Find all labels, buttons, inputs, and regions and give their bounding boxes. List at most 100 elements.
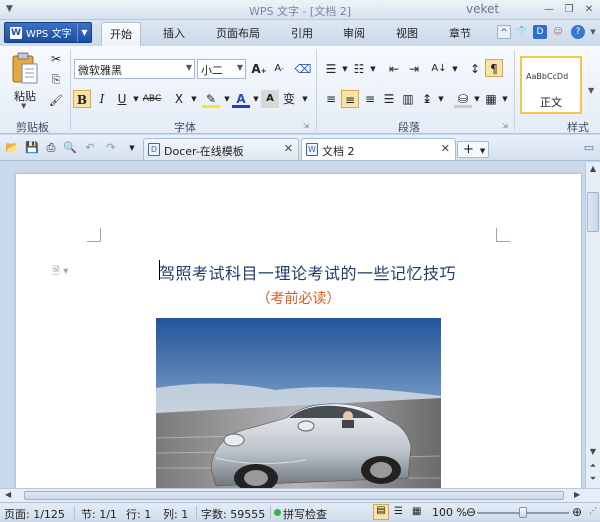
document-page[interactable]: 🗎 ▾ 驾照考试科目一理论考试的一些记忆技巧 （考前必读） (16, 174, 581, 488)
title-bar: ▼ WPS 文字 - [文档 2] veket — ❐ ✕ (0, 0, 600, 20)
tab-sections[interactable]: 章节 (449, 25, 471, 41)
dialog-launcher-icon[interactable]: ⇲ (502, 122, 508, 130)
help-icon[interactable]: ? (571, 25, 585, 39)
show-marks-icon[interactable]: ¶ (485, 59, 503, 77)
tab-page-layout[interactable]: 页面布局 (216, 25, 260, 41)
scroll-down-icon[interactable]: ▼ (587, 446, 599, 458)
divider (270, 506, 271, 519)
font-name-value: 微软雅黑 (78, 64, 122, 77)
chevron-down-icon[interactable]: ▼ (496, 90, 514, 108)
chevron-down-icon[interactable]: ▼ (364, 60, 382, 78)
zoom-in-icon[interactable]: ⊕ (572, 506, 582, 518)
print-icon[interactable]: ⎙ (44, 141, 58, 155)
zoom-level[interactable]: 100 % (432, 506, 467, 519)
grow-font-icon[interactable]: A+ (250, 60, 268, 78)
resize-grip-icon[interactable]: ⋰ (589, 506, 597, 515)
zoom-slider-knob[interactable] (519, 507, 527, 518)
tab-insert[interactable]: 插入 (163, 25, 185, 41)
divider (514, 50, 515, 130)
docer-icon[interactable]: D (533, 25, 547, 39)
chevron-down-icon[interactable]: ▼ (77, 23, 91, 42)
page-view-icon[interactable]: ▤ (373, 504, 389, 520)
scroll-right-icon[interactable]: ▶ (574, 490, 580, 499)
next-page-icon[interactable]: ⏷ (587, 473, 599, 485)
tab-references[interactable]: 引用 (291, 25, 313, 41)
outline-view-icon[interactable]: ☰ (394, 506, 403, 517)
distributed-icon[interactable]: ▥ (399, 90, 417, 108)
doc-tab-document2[interactable]: W 文档 2 ✕ (301, 138, 456, 160)
decrease-indent-icon[interactable]: ⇤ (385, 60, 403, 78)
save-icon[interactable]: 💾 (25, 141, 39, 155)
chevron-down-icon[interactable]: ▼ (296, 90, 314, 108)
collapse-ribbon-icon[interactable]: ^ (497, 25, 511, 39)
prev-page-icon[interactable]: ⏶ (587, 460, 599, 472)
format-painter-icon[interactable]: 🖌 (47, 92, 65, 110)
minimize-button[interactable]: — (542, 3, 556, 16)
zoom-out-icon[interactable]: ⊖ (466, 506, 476, 518)
increase-indent-icon[interactable]: ⇥ (405, 60, 423, 78)
horizontal-scrollbar[interactable]: ◀ ▶ (0, 488, 600, 502)
wps-logo-icon: W (10, 26, 22, 39)
copy-icon[interactable]: ⎘ (47, 71, 65, 89)
chevron-down-icon[interactable]: ▼ (185, 90, 203, 108)
style-name: 正文 (540, 96, 562, 109)
tab-review[interactable]: 审阅 (343, 25, 365, 41)
scroll-left-icon[interactable]: ◀ (5, 490, 11, 499)
chevron-down-icon[interactable]: ▼ (125, 141, 139, 155)
align-left-icon[interactable]: ≡ (322, 90, 340, 108)
strikethrough-button[interactable]: ABC (141, 90, 163, 108)
paste-button[interactable]: 粘贴 ▼ (8, 50, 42, 110)
document-title[interactable]: 驾照考试科目一理论考试的一些记忆技巧 (159, 260, 456, 284)
wps-menu-button[interactable]: W WPS 文字 ▼ (4, 22, 92, 43)
italic-button[interactable]: I (93, 90, 111, 108)
chevron-down-icon[interactable]: ▼ (446, 60, 464, 78)
redo-icon[interactable]: ↷ (104, 141, 118, 155)
justify-icon[interactable]: ☰ (380, 90, 398, 108)
font-name-select[interactable]: 微软雅黑 ▼ (74, 59, 195, 79)
print-preview-icon[interactable]: 🔍 (63, 141, 77, 155)
chevron-down-icon[interactable]: ▼ (432, 90, 450, 108)
style-normal[interactable]: AaBbCcDd 正文 (520, 56, 582, 114)
align-right-icon[interactable]: ≡ (361, 90, 379, 108)
web-view-icon[interactable]: ▦ (412, 506, 421, 517)
chevron-down-icon[interactable]: ▼ (588, 86, 594, 95)
crop-mark (496, 228, 510, 242)
chevron-down-icon[interactable]: ▼ (586, 25, 600, 39)
line-indicator: 行: 1 (126, 508, 152, 521)
vertical-scrollbar[interactable]: ▲ ▼ ⏶ ⏷ (585, 162, 600, 488)
close-icon[interactable]: ✕ (284, 142, 293, 155)
sort-icon[interactable]: ↕ (466, 60, 484, 78)
font-size-select[interactable]: 小二 ▼ (197, 59, 246, 79)
clear-format-icon[interactable]: ⌫ (294, 60, 312, 78)
undo-icon[interactable]: ↶ (83, 141, 97, 155)
shrink-font-icon[interactable]: A- (270, 60, 288, 78)
tab-home[interactable]: 开始 (101, 22, 141, 46)
skin-icon[interactable]: 👕 (515, 25, 529, 39)
user-avatar-icon[interactable]: ☺ (551, 25, 565, 39)
user-name[interactable]: veket (466, 2, 499, 16)
tab-list-icon[interactable]: ▭ (582, 141, 596, 155)
car-photo[interactable] (156, 318, 441, 488)
scroll-up-icon[interactable]: ▲ (587, 163, 599, 175)
bold-button[interactable]: B (73, 90, 91, 108)
dialog-launcher-icon[interactable]: ⇲ (303, 122, 309, 130)
chevron-down-icon[interactable]: ▼ (21, 102, 26, 110)
cut-icon[interactable]: ✂ (47, 50, 65, 68)
page-indicator[interactable]: 页面: 1/125 (4, 506, 65, 522)
document-icon: W (306, 143, 318, 156)
close-icon[interactable]: ✕ (441, 142, 450, 155)
word-count[interactable]: 字数: 59555 (201, 506, 265, 522)
doc-tab-docer[interactable]: D Docer-在线模板 ✕ (143, 138, 299, 160)
spellcheck-label[interactable]: 拼写检查 (283, 506, 327, 522)
open-folder-icon[interactable]: 📂 (5, 141, 19, 155)
scroll-thumb[interactable] (24, 491, 564, 500)
paragraph-menu-icon[interactable]: 🗎 ▾ (52, 264, 68, 281)
close-button[interactable]: ✕ (582, 3, 596, 16)
maximize-button[interactable]: ❐ (562, 3, 576, 16)
align-center-icon[interactable]: ≡ (341, 90, 359, 108)
tab-view[interactable]: 视图 (396, 25, 418, 41)
scroll-thumb[interactable] (587, 192, 599, 232)
new-tab-button[interactable]: + ▼ (457, 141, 489, 158)
char-shading-button[interactable]: A (261, 90, 279, 108)
document-subtitle[interactable]: （考前必读） (16, 288, 581, 308)
